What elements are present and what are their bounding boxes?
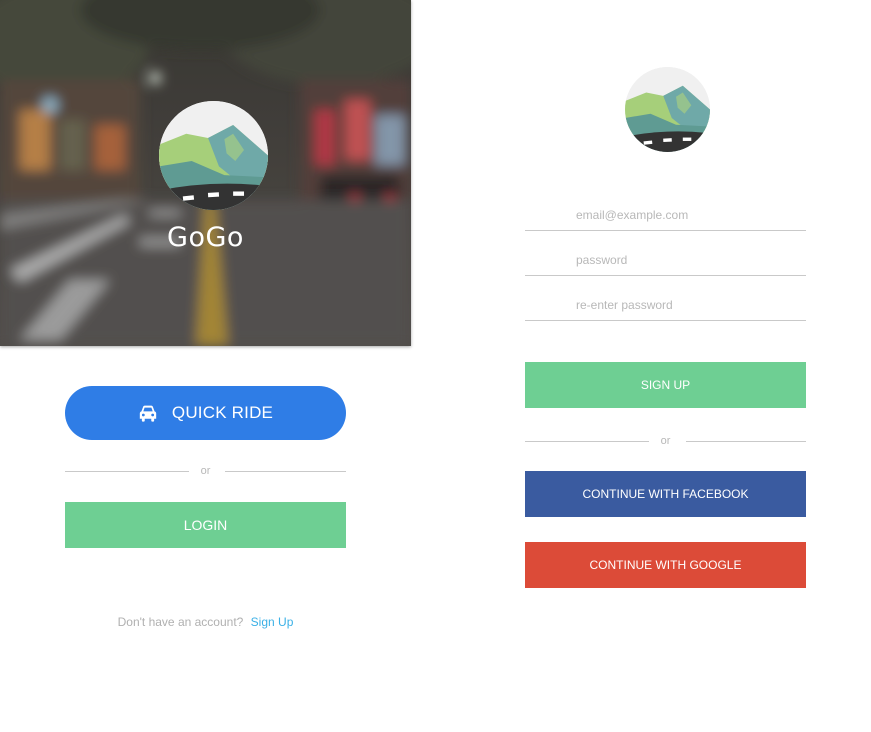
signup-link[interactable]: Sign Up	[251, 615, 294, 629]
quick-ride-label: QUICK RIDE	[171, 403, 274, 422]
or-divider: or	[65, 464, 346, 478]
signup-prompt: Don't have an account? Sign Up	[0, 615, 411, 629]
signup-button[interactable]: SIGN UP	[525, 362, 806, 408]
mountain-road-icon	[159, 101, 268, 210]
app-logo-small	[625, 67, 710, 152]
car-icon	[139, 405, 157, 422]
app-logo	[159, 101, 268, 210]
app-name: GoGo	[167, 222, 244, 253]
password-field-container	[525, 245, 806, 276]
reenter-password-field[interactable]	[576, 294, 796, 316]
login-button[interactable]: LOGIN	[65, 502, 346, 548]
continue-with-facebook-button[interactable]: CONTINUE WITH FACEBOOK	[525, 471, 806, 517]
or-divider-right: or	[525, 434, 806, 448]
quick-ride-button[interactable]: QUICK RIDE	[65, 386, 346, 440]
password-field[interactable]	[576, 249, 796, 271]
email-field[interactable]	[576, 204, 796, 226]
email-field-container	[525, 200, 806, 231]
divider-line-right	[225, 471, 346, 472]
divider-line-right	[686, 441, 806, 442]
continue-with-google-button[interactable]: CONTINUE WITH GOOGLE	[525, 542, 806, 588]
reenter-password-field-container	[525, 290, 806, 321]
no-account-text: Don't have an account?	[117, 615, 244, 629]
mountain-road-icon	[625, 67, 710, 152]
hero-background-image: GoGo	[0, 0, 411, 346]
